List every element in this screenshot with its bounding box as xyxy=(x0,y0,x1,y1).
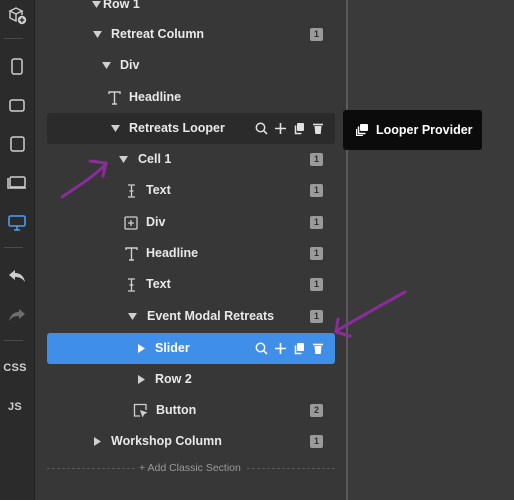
toolbar-divider xyxy=(4,340,23,341)
row-actions xyxy=(254,113,325,144)
redo-icon[interactable] xyxy=(0,301,34,329)
search-icon[interactable] xyxy=(254,122,268,136)
tree-row-row-1[interactable]: Row 1 xyxy=(47,0,335,20)
toolbar-divider xyxy=(4,247,23,248)
tree-row-label: Headline xyxy=(146,246,199,260)
tree-row-retreat-column[interactable]: Retreat Column 1 xyxy=(47,19,335,50)
child-count-badge: 1 xyxy=(310,247,323,260)
tree-row-div-inner[interactable]: Div 1 xyxy=(47,207,335,238)
undo-icon[interactable] xyxy=(0,262,34,290)
tree-row-label: Retreats Looper xyxy=(129,121,225,135)
child-count-badge: 2 xyxy=(310,404,323,417)
child-count-badge: 1 xyxy=(310,28,323,41)
tree-row-div[interactable]: Div xyxy=(47,50,335,81)
add-classic-section-label: + Add Classic Section xyxy=(135,461,245,475)
tree-row-label: Row 2 xyxy=(155,372,192,386)
tree-row-event-modal-retreats[interactable]: Event Modal Retreats 1 xyxy=(47,301,335,332)
caret-right-icon[interactable] xyxy=(133,364,149,395)
css-button[interactable]: CSS xyxy=(0,362,30,374)
button-cursor-icon xyxy=(133,395,149,426)
tree-row-headline[interactable]: Headline xyxy=(47,82,335,113)
add-icon[interactable] xyxy=(273,342,287,356)
tree-row-label: Div xyxy=(120,58,140,72)
looper-provider-icon xyxy=(356,123,370,137)
tree-row-retreats-looper[interactable]: Retreats Looper xyxy=(47,113,335,144)
add-block-icon[interactable] xyxy=(0,2,34,30)
builder-window: CSS JS Row 1 Retreat Column 1 Div Headli… xyxy=(0,0,514,500)
tree-row-text[interactable]: Text 1 xyxy=(47,175,335,206)
add-classic-section-button[interactable]: + Add Classic Section xyxy=(47,461,335,475)
js-button[interactable]: JS xyxy=(0,401,30,413)
tablet-landscape-icon[interactable] xyxy=(0,91,34,119)
add-icon[interactable] xyxy=(273,122,287,136)
desktop-icon[interactable] xyxy=(0,209,34,237)
caret-down-icon[interactable] xyxy=(89,19,105,50)
text-cursor-icon xyxy=(123,269,139,300)
caret-right-icon[interactable] xyxy=(133,333,149,364)
tree-row-label: Retreat Column xyxy=(111,27,205,41)
text-cursor-icon xyxy=(123,175,139,206)
tablet-icon[interactable] xyxy=(0,130,34,158)
tree-row-label: Row 1 xyxy=(103,0,140,11)
delete-icon[interactable] xyxy=(311,122,325,136)
caret-down-icon[interactable] xyxy=(107,113,123,144)
tree-row-headline-inner[interactable]: Headline 1 xyxy=(47,238,335,269)
heading-icon xyxy=(123,238,139,269)
laptop-icon[interactable] xyxy=(0,169,34,197)
child-count-badge: 1 xyxy=(310,216,323,229)
tooltip-label: Looper Provider xyxy=(376,123,473,137)
caret-down-icon[interactable] xyxy=(88,0,104,20)
tree-row-text-inner[interactable]: Text 1 xyxy=(47,269,335,300)
tree-row-label: Text xyxy=(146,183,171,197)
tree-row-label: Div xyxy=(146,215,166,229)
duplicate-icon[interactable] xyxy=(292,342,306,356)
tree-row-label: Text xyxy=(146,277,171,291)
tree-row-row-2[interactable]: Row 2 xyxy=(47,364,335,395)
heading-icon xyxy=(106,82,122,113)
mobile-icon[interactable] xyxy=(0,52,34,80)
tree-row-slider[interactable]: Slider xyxy=(47,333,335,364)
child-count-badge: 1 xyxy=(310,153,323,166)
tree-row-button[interactable]: Button 2 xyxy=(47,395,335,426)
caret-down-icon[interactable] xyxy=(115,144,131,175)
tree-row-label: Slider xyxy=(155,341,190,355)
canvas-area xyxy=(348,0,514,500)
looper-provider-tooltip: Looper Provider xyxy=(343,110,482,150)
row-actions xyxy=(254,333,325,364)
duplicate-icon[interactable] xyxy=(292,122,306,136)
toolbar-divider xyxy=(4,38,23,39)
tree-row-workshop-column[interactable]: Workshop Column 1 xyxy=(47,426,335,457)
child-count-badge: 1 xyxy=(310,278,323,291)
child-count-badge: 1 xyxy=(310,435,323,448)
tree-row-cell-1[interactable]: Cell 1 1 xyxy=(47,144,335,175)
caret-down-icon[interactable] xyxy=(124,301,140,332)
caret-down-icon[interactable] xyxy=(98,50,114,81)
left-toolbar: CSS JS xyxy=(0,0,35,500)
caret-right-icon[interactable] xyxy=(89,426,105,457)
tree-row-label: Cell 1 xyxy=(138,152,172,166)
tree-row-label: Button xyxy=(156,403,197,417)
tree-row-label: Workshop Column xyxy=(111,434,222,448)
tree-row-label: Headline xyxy=(129,90,182,104)
search-icon[interactable] xyxy=(254,342,268,356)
div-box-icon xyxy=(123,207,139,238)
child-count-badge: 1 xyxy=(310,310,323,323)
child-count-badge: 1 xyxy=(310,184,323,197)
delete-icon[interactable] xyxy=(311,342,325,356)
tree-row-label: Event Modal Retreats xyxy=(147,309,275,323)
